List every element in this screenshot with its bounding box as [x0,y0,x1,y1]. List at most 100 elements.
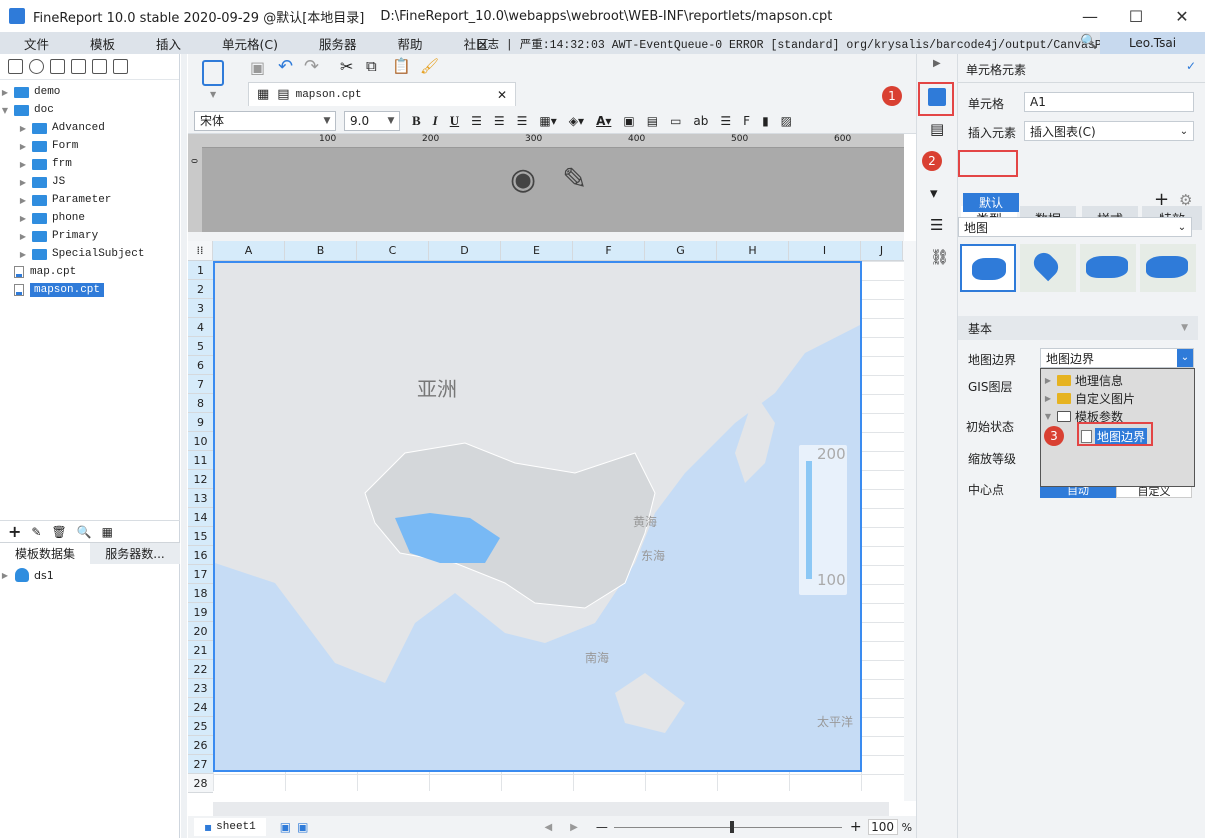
show-list-icon[interactable] [50,59,65,74]
row-header-cell[interactable]: 28 [188,774,213,793]
default-button[interactable]: 默认 [963,193,1019,212]
popup-item-image[interactable]: ▶ 自定义图片 [1041,389,1194,407]
row-header-cell[interactable]: 13 [188,489,213,508]
expand-icon[interactable]: ▶ [18,160,28,169]
horizontal-scrollbar[interactable] [213,802,889,816]
cell-attr-icon[interactable]: ▤ [930,120,944,138]
insert-chart-icon[interactable]: ▮ [762,114,769,128]
dataset-item[interactable]: ▶ ds1 [0,566,54,584]
map-type-region[interactable] [960,244,1016,292]
font-size-select[interactable]: 9.0 ▼ [344,110,400,131]
add-form-icon[interactable]: ▣ [297,820,308,834]
row-header-cell[interactable]: 23 [188,679,213,698]
menu-file[interactable]: 文件 [0,34,66,53]
expand-icon[interactable]: ▶ [18,232,28,241]
row-header-cell[interactable]: 5 [188,337,213,356]
tree-item[interactable]: ▶ Primary [0,227,179,245]
row-header-cell[interactable]: 26 [188,736,213,755]
row-header-cell[interactable]: 2 [188,280,213,299]
save-icon[interactable]: ▣ [250,58,265,77]
expand-icon[interactable]: ▶ [18,124,28,133]
add-dataset-icon[interactable]: + [8,522,21,541]
bold-button[interactable]: B [412,113,421,129]
zoom-in-button[interactable]: + [850,819,862,835]
tree-item[interactable]: ▶ frm [0,155,179,173]
expand-icon[interactable]: ▶ [1043,376,1053,385]
expand-icon[interactable]: ▶ [18,214,28,223]
menu-server[interactable]: 服务器 [295,34,374,53]
underline-button[interactable]: U [450,113,459,129]
template-icon[interactable] [202,60,224,86]
row-header-cell[interactable]: 9 [188,413,213,432]
next-sheet-icon[interactable]: ▶ [570,822,578,833]
menu-help[interactable]: 帮助 [374,34,440,53]
insert-select[interactable]: 插入图表(C) ⌄ [1024,121,1194,141]
align-center-icon[interactable]: ☰ [494,114,505,128]
hide-parameter-icon[interactable]: ◉ [510,162,536,197]
column-header-cell[interactable]: G [645,241,717,260]
tree-item[interactable]: map.cpt [0,263,179,281]
tab-template-dataset[interactable]: 模板数据集 [0,543,90,564]
preview-icon[interactable]: 🔍 [77,525,92,539]
row-header-cell[interactable]: 19 [188,603,213,622]
expand-icon[interactable]: ▶ [18,196,28,205]
row-header-cell[interactable]: 24 [188,698,213,717]
redo-icon[interactable]: ↷ [304,56,319,77]
close-tab-icon[interactable]: ✕ [497,88,507,102]
font-family-select[interactable]: 宋体 ▼ [194,110,336,131]
tree-item[interactable]: ▶ SpecialSubject [0,245,179,263]
edit-icon[interactable]: ✎ [31,525,41,539]
row-header-cell[interactable]: 18 [188,584,213,603]
row-header-cell[interactable]: 27 [188,755,213,774]
refresh-icon[interactable] [29,59,44,74]
format-painter-icon[interactable]: 🖌 [420,57,439,75]
map-type-point[interactable] [1020,244,1076,292]
zoom-input[interactable]: 100 [867,819,898,835]
tree-item[interactable]: ▼ doc [0,101,179,119]
add-sheet-icon[interactable]: ▣ [280,820,291,834]
popup-item-geo[interactable]: ▶ 地理信息 [1041,371,1194,389]
collapse-icon[interactable]: ▶ [933,58,941,69]
column-header-cell[interactable]: C [357,241,429,260]
row-header-cell[interactable]: 8 [188,394,213,413]
expand-icon[interactable]: ▶ [0,88,10,97]
parameter-panel[interactable] [188,134,904,232]
column-header-cell[interactable]: B [285,241,357,260]
dataset-settings-icon[interactable]: ▦ [102,525,113,539]
maximize-button[interactable]: ☐ [1113,0,1159,32]
align-right-icon[interactable]: ☰ [517,114,528,128]
zoom-thumb[interactable] [729,820,734,833]
tree-item[interactable]: mapson.cpt [0,281,179,299]
row-header-cell[interactable]: 15 [188,527,213,546]
search-icon[interactable]: 🔍 [1080,34,1097,50]
cell-field[interactable]: A1 [1024,92,1194,112]
menu-template[interactable]: 模板 [66,34,132,53]
paste-icon[interactable]: 📋 [392,57,411,75]
edit-parameter-icon[interactable]: ✎ [562,162,587,197]
row-header-cell[interactable]: 6 [188,356,213,375]
row-header-cell[interactable]: 17 [188,565,213,584]
row-header-cell[interactable]: 12 [188,470,213,489]
log-message[interactable]: 日志 | 严重:14:32:03 AWT-EventQueue-0 ERROR … [476,36,1150,52]
column-header-cell[interactable]: I [789,241,861,260]
template-dropdown-icon[interactable]: ▼ [210,90,216,99]
border-icon[interactable]: ▦▾ [539,114,556,128]
add-icon[interactable]: + [1154,189,1169,210]
column-header-cell[interactable]: D [429,241,501,260]
expand-icon[interactable]: ▶ [1043,394,1053,403]
row-header-cell[interactable]: 21 [188,641,213,660]
copy-icon[interactable] [113,59,128,74]
formula-icon[interactable]: F [743,114,750,128]
conditional-icon[interactable]: ☰ [930,216,943,234]
row-header-cell[interactable]: 25 [188,717,213,736]
cut-icon[interactable]: ✂ [340,57,353,76]
vertical-scrollbar[interactable] [904,241,916,801]
row-header-cell[interactable]: 4 [188,318,213,337]
user-name[interactable]: Leo.Tsai [1100,32,1205,54]
row-header-cell[interactable]: 7 [188,375,213,394]
minimize-button[interactable]: — [1067,0,1113,32]
delete-dataset-icon[interactable]: 🗑 [51,525,66,539]
expand-icon[interactable]: ▶ [18,142,28,151]
tree-item[interactable]: ▶ JS [0,173,179,191]
collapse-icon[interactable]: ▼ [0,106,10,115]
